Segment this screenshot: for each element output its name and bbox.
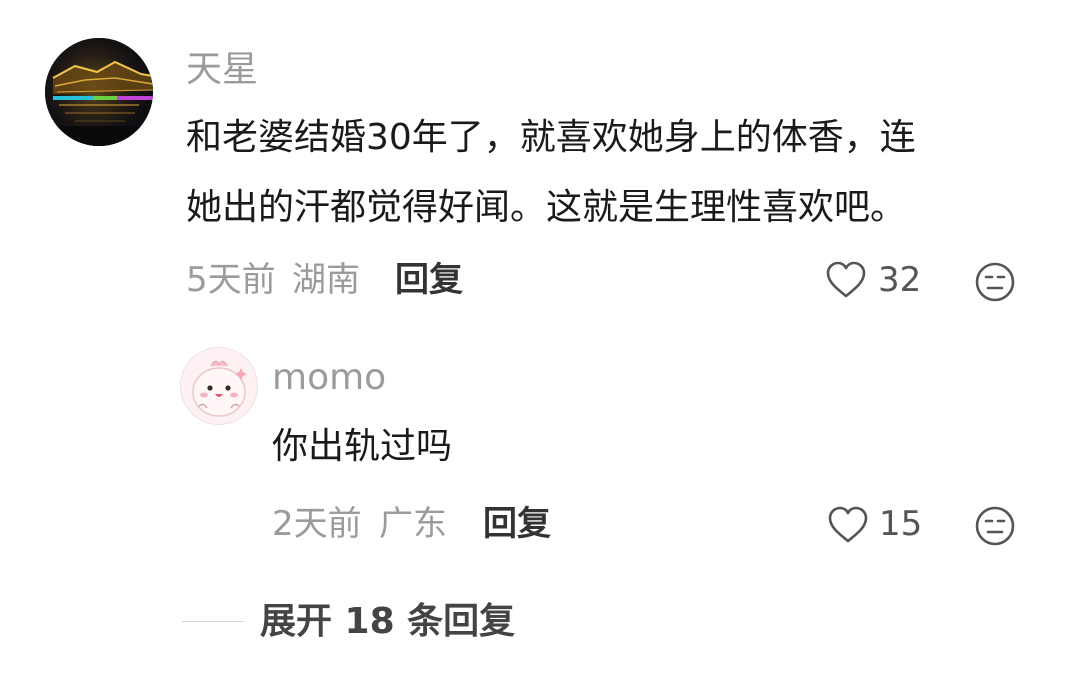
expand-divider — [182, 621, 244, 622]
comment-reply-button[interactable]: 回复 — [395, 263, 463, 297]
comment-like-count: 32 — [878, 260, 922, 300]
reply-username[interactable]: momo — [272, 360, 386, 396]
expand-replies-button[interactable]: 展开 18 条回复 — [260, 604, 515, 640]
reply-like-count: 15 — [879, 504, 923, 544]
comment-text-line-2: 她出的汗都觉得好闻。这就是生理性喜欢吧。 — [186, 187, 907, 228]
reply-avatar[interactable] — [181, 348, 257, 424]
heart-icon[interactable] — [825, 260, 867, 300]
heart-icon[interactable] — [827, 505, 869, 545]
avatar-night-bridge-image — [45, 38, 153, 146]
comment-time: 5天前 — [186, 260, 276, 300]
reply-reply-button[interactable]: 回复 — [483, 507, 551, 541]
reply-location: 广东 — [379, 504, 447, 544]
pink-cartoon-avatar-image — [181, 348, 257, 424]
reply-time: 2天前 — [272, 504, 362, 544]
comment-text-line-1: 和老婆结婚30年了，就喜欢她身上的体香，连 — [186, 117, 916, 158]
meh-face-icon[interactable] — [974, 261, 1016, 303]
comment-location: 湖南 — [292, 260, 360, 300]
reply-text: 你出轨过吗 — [272, 426, 453, 467]
comment-username[interactable]: 天星 — [186, 52, 258, 88]
meh-face-icon[interactable] — [974, 505, 1016, 547]
avatar[interactable] — [45, 38, 153, 146]
